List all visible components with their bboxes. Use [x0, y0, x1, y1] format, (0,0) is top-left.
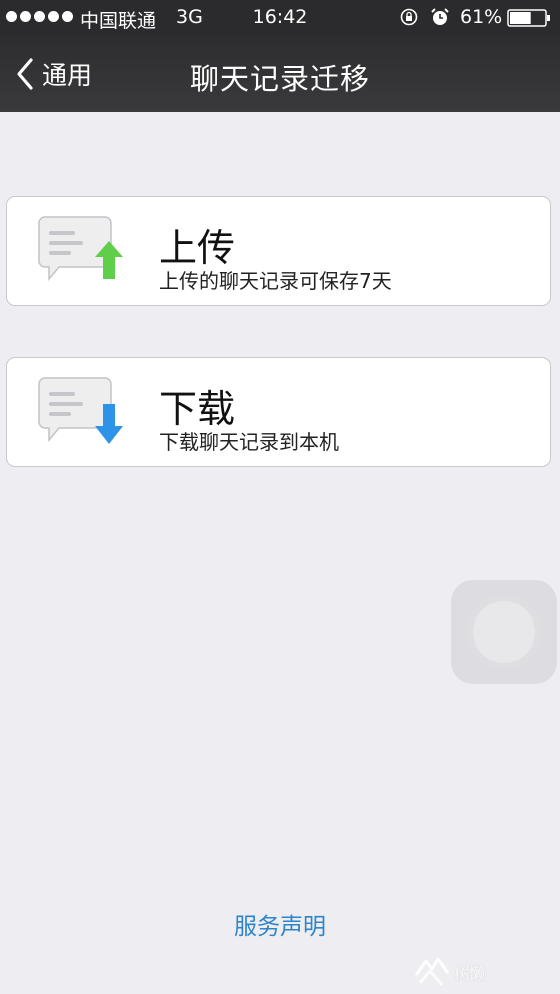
watermark: 树懒	[412, 954, 558, 990]
alarm-clock-icon	[431, 8, 449, 25]
chat-upload-icon	[38, 216, 123, 282]
watermark-logo-icon	[414, 957, 450, 986]
assistive-touch-button[interactable]	[451, 580, 557, 684]
download-description: 下载聊天记录到本机	[159, 430, 339, 454]
battery-icon	[507, 9, 550, 27]
page-title: 聊天记录迁移	[189, 62, 370, 96]
upload-option[interactable]: 上传 上传的聊天记录可保存7天	[6, 196, 551, 306]
assistive-touch-ring	[473, 601, 535, 663]
upload-title: 上传	[159, 226, 236, 270]
navigation-bar: 通用 聊天记录迁移	[0, 36, 560, 112]
download-option[interactable]: 下载 下载聊天记录到本机	[6, 357, 551, 467]
status-bar: 中国联通 3G 16:42 61%	[0, 0, 560, 36]
rotation-lock-icon	[400, 8, 418, 26]
battery-percent: 61%	[460, 6, 503, 28]
download-title: 下载	[159, 387, 236, 431]
watermark-text: 树懒	[454, 964, 485, 983]
chat-download-icon	[38, 377, 123, 444]
upload-description: 上传的聊天记录可保存7天	[159, 269, 392, 293]
service-statement-link[interactable]: 服务声明	[0, 907, 560, 941]
